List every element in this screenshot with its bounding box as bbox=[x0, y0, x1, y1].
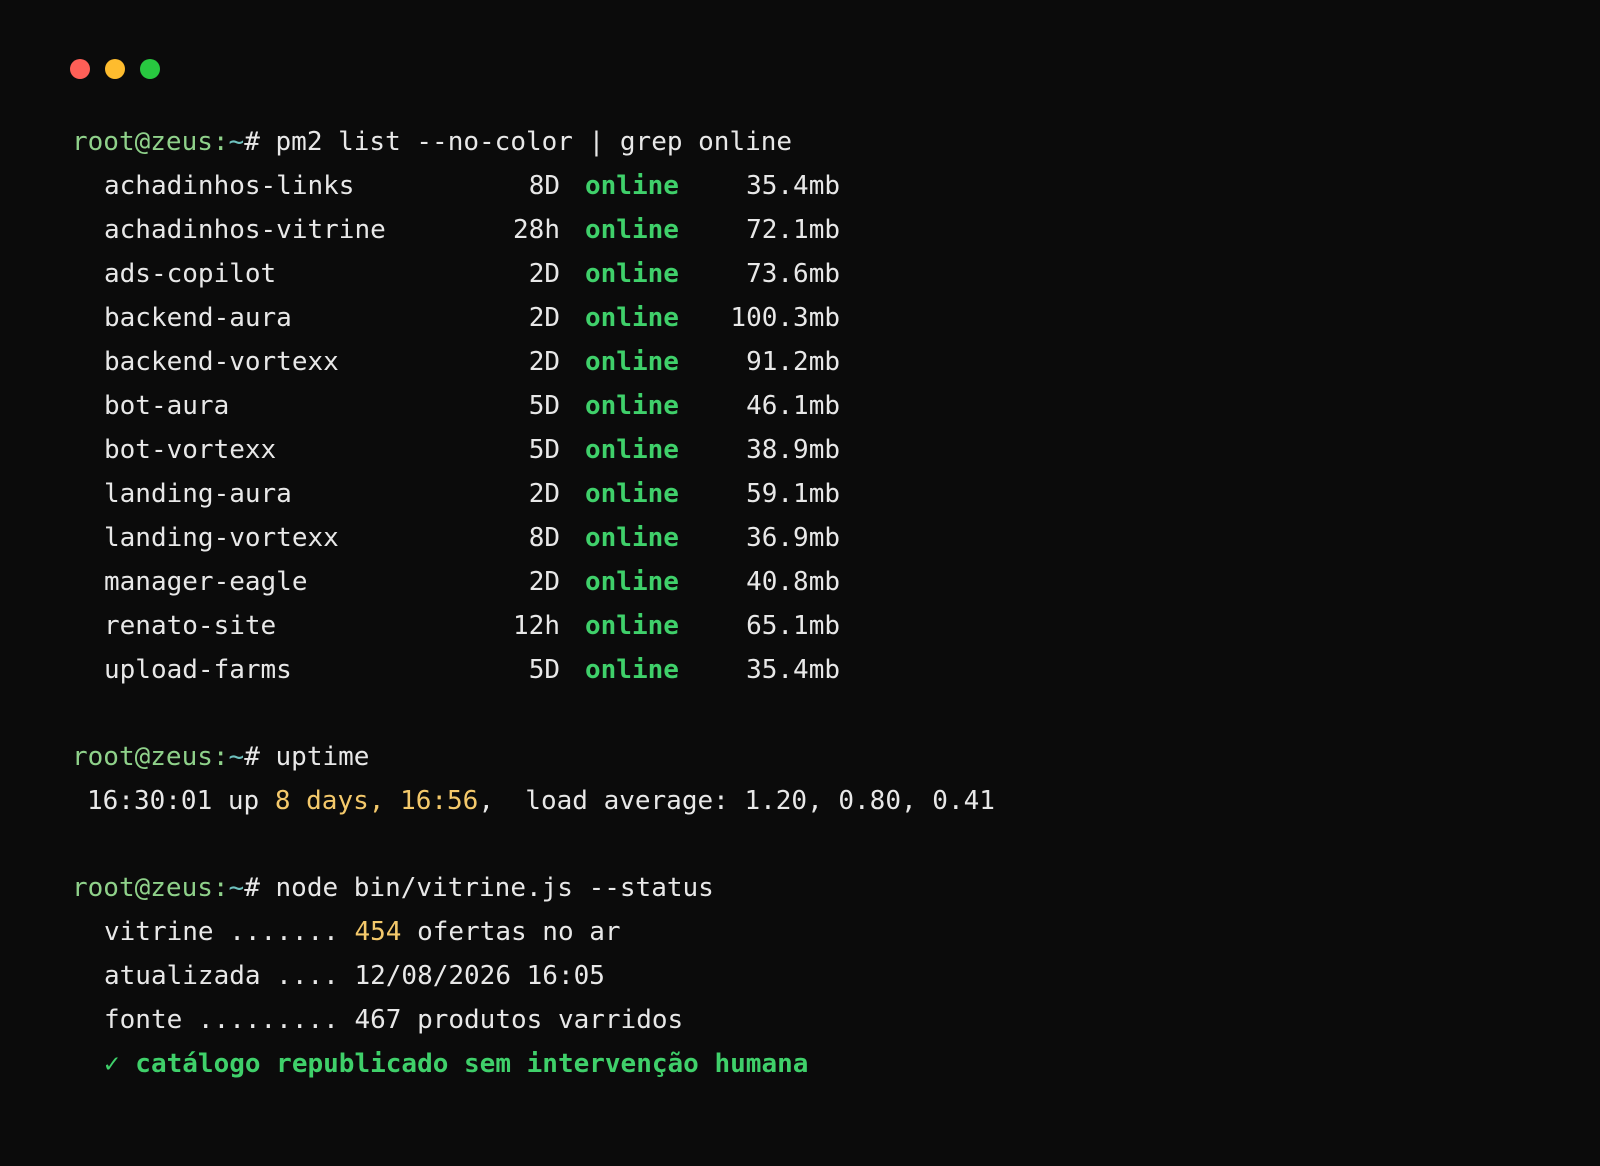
process-status: online bbox=[585, 259, 679, 289]
process-status: online bbox=[585, 479, 679, 509]
process-uptime: 5D bbox=[528, 435, 560, 465]
uptime-load-average: , load average: 1.20, 0.80, 0.41 bbox=[478, 786, 995, 816]
prompt-hash: # bbox=[244, 873, 276, 903]
process-row: landing-aura 2D online 59.1mb bbox=[72, 472, 1600, 516]
process-memory: 36.9mb bbox=[746, 523, 840, 553]
command-text: node bin/vitrine.js --status bbox=[275, 873, 714, 903]
process-memory: 38.9mb bbox=[746, 435, 840, 465]
vitrine-updated-line: atualizada .... 12/08/2026 16:05 bbox=[104, 961, 605, 991]
process-status: online bbox=[585, 435, 679, 465]
prompt-user-host: root@zeus bbox=[72, 742, 213, 772]
prompt-user-host: root@zeus bbox=[72, 873, 213, 903]
process-status: online bbox=[585, 523, 679, 553]
process-name: achadinhos-links bbox=[104, 171, 355, 201]
uptime-time: 16:30:01 up bbox=[87, 786, 275, 816]
process-uptime: 2D bbox=[528, 303, 560, 333]
process-name: renato-site bbox=[104, 611, 277, 641]
terminal-output: root@zeus:~# pm2 list --no-color | grep … bbox=[72, 120, 1600, 1086]
process-row: backend-aura 2D online 100.3mb bbox=[72, 296, 1600, 340]
process-memory: 46.1mb bbox=[746, 391, 840, 421]
process-name: ads-copilot bbox=[104, 259, 277, 289]
minimize-window-button[interactable] bbox=[105, 59, 125, 79]
command-line-vitrine: root@zeus:~# node bin/vitrine.js --statu… bbox=[72, 866, 1600, 910]
prompt-colon: : bbox=[212, 127, 229, 157]
process-status: online bbox=[585, 567, 679, 597]
process-name: achadinhos-vitrine bbox=[104, 215, 386, 245]
process-memory: 73.6mb bbox=[746, 259, 840, 289]
process-memory: 35.4mb bbox=[746, 655, 840, 685]
process-uptime: 2D bbox=[528, 479, 560, 509]
process-uptime: 2D bbox=[528, 259, 560, 289]
process-uptime: 8D bbox=[528, 523, 560, 553]
vitrine-offer-count: 454 bbox=[354, 917, 402, 947]
process-name: landing-vortexx bbox=[104, 523, 339, 553]
command-line-pm2: root@zeus:~# pm2 list --no-color | grep … bbox=[72, 120, 1600, 164]
process-row: upload-farms 5D online 35.4mb bbox=[72, 648, 1600, 692]
close-window-button[interactable] bbox=[70, 59, 90, 79]
process-memory: 65.1mb bbox=[746, 611, 840, 641]
process-memory: 35.4mb bbox=[746, 171, 840, 201]
command-line-uptime: root@zeus:~# uptime bbox=[72, 735, 1600, 779]
process-memory: 100.3mb bbox=[730, 303, 840, 333]
process-uptime: 2D bbox=[528, 567, 560, 597]
process-row: renato-site 12h online 65.1mb bbox=[72, 604, 1600, 648]
process-row: landing-vortexx 8D online 36.9mb bbox=[72, 516, 1600, 560]
process-row: ads-copilot 2D online 73.6mb bbox=[72, 252, 1600, 296]
process-name: upload-farms bbox=[104, 655, 292, 685]
process-name: backend-vortexx bbox=[104, 347, 339, 377]
process-memory: 59.1mb bbox=[746, 479, 840, 509]
vitrine-offers-line: vitrine ....... 454 ofertas no ar bbox=[72, 910, 1600, 954]
command-text: uptime bbox=[275, 742, 370, 772]
prompt-tilde: ~ bbox=[228, 873, 245, 903]
process-uptime: 5D bbox=[528, 655, 560, 685]
prompt-colon: : bbox=[212, 742, 229, 772]
process-memory: 91.2mb bbox=[746, 347, 840, 377]
vitrine-offer-suffix: ofertas no ar bbox=[401, 917, 621, 947]
process-status: online bbox=[585, 215, 679, 245]
prompt-hash: # bbox=[244, 742, 276, 772]
process-row: achadinhos-links 8D online 35.4mb bbox=[72, 164, 1600, 208]
process-row: backend-vortexx 2D online 91.2mb bbox=[72, 340, 1600, 384]
process-status: online bbox=[585, 611, 679, 641]
maximize-window-button[interactable] bbox=[140, 59, 160, 79]
process-name: bot-aura bbox=[104, 391, 230, 421]
command-text: pm2 list --no-color | grep online bbox=[275, 127, 793, 157]
process-memory: 40.8mb bbox=[746, 567, 840, 597]
process-status: online bbox=[585, 303, 679, 333]
process-uptime: 2D bbox=[528, 347, 560, 377]
process-name: landing-aura bbox=[104, 479, 292, 509]
window-controls bbox=[70, 59, 160, 79]
vitrine-source-line: fonte ......... 467 produtos varridos bbox=[104, 1005, 684, 1035]
prompt-hash: # bbox=[244, 127, 276, 157]
process-status: online bbox=[585, 655, 679, 685]
process-name: bot-vortexx bbox=[104, 435, 277, 465]
prompt-tilde: ~ bbox=[228, 127, 245, 157]
process-uptime: 5D bbox=[528, 391, 560, 421]
prompt-user-host: root@zeus bbox=[72, 127, 213, 157]
process-status: online bbox=[585, 171, 679, 201]
prompt-colon: : bbox=[212, 873, 229, 903]
process-status: online bbox=[585, 391, 679, 421]
uptime-duration: 8 days, 16:56 bbox=[274, 786, 479, 816]
process-uptime: 12h bbox=[513, 611, 560, 641]
process-name: backend-aura bbox=[104, 303, 292, 333]
process-uptime: 8D bbox=[528, 171, 560, 201]
process-list: achadinhos-links 8D online 35.4mb achadinhos… bbox=[72, 164, 1600, 692]
vitrine-label: vitrine ....... bbox=[104, 917, 355, 947]
process-row: manager-eagle 2D online 40.8mb bbox=[72, 560, 1600, 604]
process-uptime: 28h bbox=[513, 215, 560, 245]
process-name: manager-eagle bbox=[104, 567, 308, 597]
process-memory: 72.1mb bbox=[746, 215, 840, 245]
prompt-tilde: ~ bbox=[228, 742, 245, 772]
process-row: achadinhos-vitrine 28h online 72.1mb bbox=[72, 208, 1600, 252]
uptime-output: 16:30:01 up 8 days, 16:56, load average:… bbox=[72, 779, 1600, 823]
process-row: bot-vortexx 5D online 38.9mb bbox=[72, 428, 1600, 472]
vitrine-success-line: ✓ catálogo republicado sem intervenção h… bbox=[104, 1049, 809, 1079]
process-row: bot-aura 5D online 46.1mb bbox=[72, 384, 1600, 428]
process-status: online bbox=[585, 347, 679, 377]
